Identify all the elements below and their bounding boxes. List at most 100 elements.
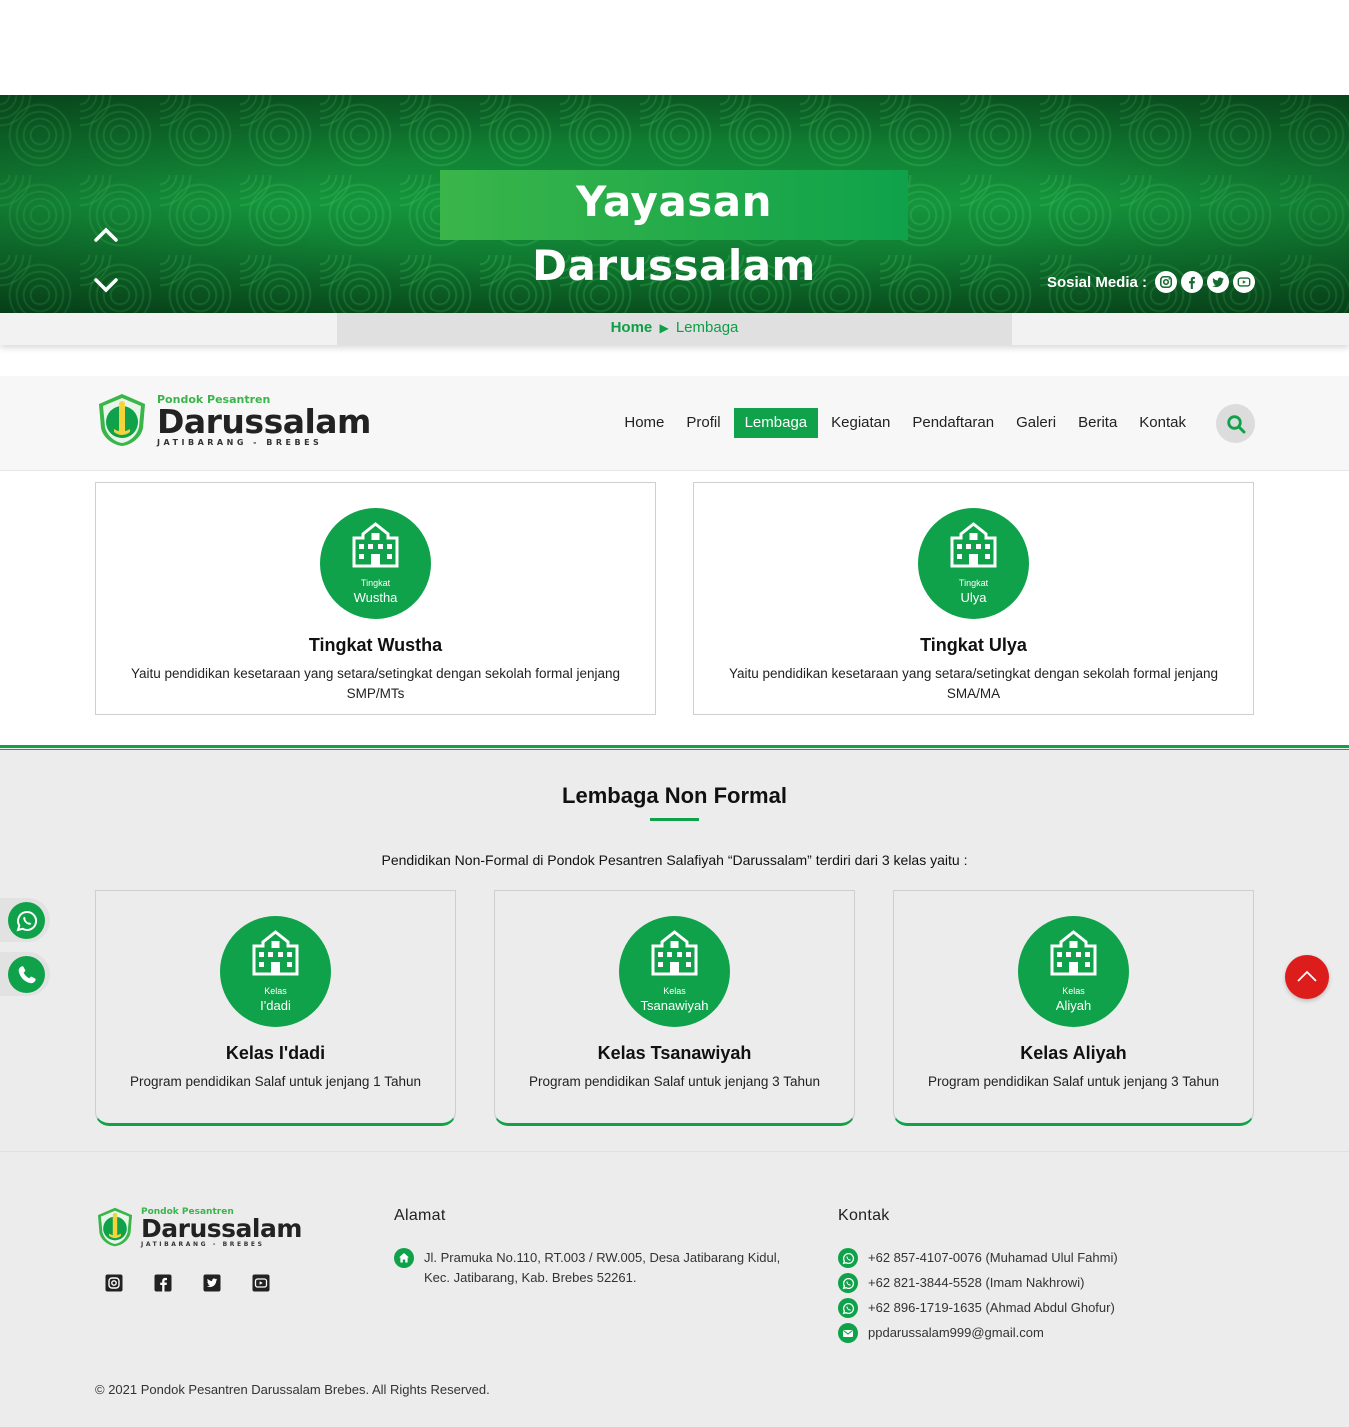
school-building-icon xyxy=(252,930,299,976)
main-menu: Home Profil Lembaga Kegiatan Pendaftaran… xyxy=(613,408,1197,438)
chevron-up-icon[interactable] xyxy=(93,222,119,248)
search-button[interactable] xyxy=(1216,404,1255,443)
badge-bottom-text: I'dadi xyxy=(260,998,291,1013)
badge-bottom-text: Ulya xyxy=(960,590,987,605)
youtube-icon[interactable] xyxy=(1233,271,1255,293)
footer-kontak-heading: Kontak xyxy=(838,1207,890,1224)
card-description: Program pendidikan Salaf untuk jenjang 3… xyxy=(529,1074,820,1089)
footer-alamat-heading: Alamat xyxy=(394,1207,446,1224)
card-title: Kelas Tsanawiyah xyxy=(597,1043,752,1063)
breadcrumb-separator: ▶ xyxy=(659,321,669,335)
card-title: Kelas I'dadi xyxy=(225,1043,326,1063)
footer-address: Jl. Pramuka No.110, RT.003 / RW.005, Des… xyxy=(394,1248,794,1288)
contact-text: +62 857-4107-0076 (Muhamad Ulul Fahmi) xyxy=(868,1250,1118,1265)
facebook-icon[interactable] xyxy=(1181,271,1203,293)
footer-logo[interactable]: Pondok Pesantren Darussalam JATIBARANG -… xyxy=(95,1206,302,1248)
social-media-label: Sosial Media : xyxy=(1046,273,1147,291)
hero-title: Yayasan Darussalam xyxy=(440,170,908,290)
logo-big-text: Darussalam xyxy=(141,1213,302,1243)
whatsapp-icon xyxy=(838,1248,858,1268)
whatsapp-icon xyxy=(838,1298,858,1318)
facebook-icon[interactable] xyxy=(154,1274,172,1292)
school-badge: Kelas I'dadi xyxy=(220,916,331,1027)
nav-item-pendaftaran[interactable]: Pendaftaran xyxy=(901,408,1005,438)
nav-item-lembaga[interactable]: Lembaga xyxy=(733,408,819,438)
formal-card-ulya: Tingkat Ulya Tingkat Ulya Yaitu pendidik… xyxy=(693,482,1254,715)
badge-bottom-text: Aliyah xyxy=(1055,998,1092,1013)
school-badge: Kelas Aliyah xyxy=(1018,916,1129,1027)
badge-top-text: Kelas xyxy=(1062,986,1085,996)
nav-item-galeri[interactable]: Galeri xyxy=(1005,408,1067,438)
nav-item-home[interactable]: Home xyxy=(613,408,675,438)
school-badge: Tingkat Wustha xyxy=(320,508,431,619)
card-description: Program pendidikan Salaf untuk jenjang 3… xyxy=(928,1074,1219,1089)
instagram-icon[interactable] xyxy=(1155,271,1177,293)
school-building-icon xyxy=(950,522,997,568)
email-icon xyxy=(838,1323,858,1343)
nav-item-kegiatan[interactable]: Kegiatan xyxy=(820,408,901,438)
contact-row[interactable]: +62 821-3844-5528 (Imam Nakhrowi) xyxy=(838,1273,1084,1293)
nav-item-profil[interactable]: Profil xyxy=(675,408,731,438)
logo-text: Pondok Pesantren Darussalam JATIBARANG -… xyxy=(141,1207,302,1248)
badge-top-text: Tingkat xyxy=(958,578,989,588)
youtube-icon[interactable] xyxy=(252,1274,270,1292)
school-badge: Tingkat Ulya xyxy=(918,508,1029,619)
site-logo[interactable]: Pondok Pesantren Darussalam JATIBARANG -… xyxy=(95,392,371,448)
chevron-up-icon xyxy=(1297,970,1317,982)
card-description: Yaitu pendidikan kesetaraan yang setara/… xyxy=(130,666,621,701)
scroll-to-top-button[interactable] xyxy=(1285,955,1329,999)
phone-float-button[interactable] xyxy=(0,952,50,996)
hero-social-media: Sosial Media : xyxy=(1047,271,1255,293)
search-icon xyxy=(1226,414,1245,433)
instagram-icon[interactable] xyxy=(105,1274,123,1292)
badge-top-text: Kelas xyxy=(264,986,287,996)
badge-bottom-text: Tsanawiyah xyxy=(640,998,709,1013)
hero-banner: Yayasan Darussalam Sosial Media : xyxy=(0,95,1349,313)
main-navbar: Pondok Pesantren Darussalam JATIBARANG -… xyxy=(0,376,1349,471)
school-badge: Kelas Tsanawiyah xyxy=(619,916,730,1027)
card-description: Yaitu pendidikan kesetaraan yang setara/… xyxy=(728,666,1219,701)
contact-text: +62 821-3844-5528 (Imam Nakhrowi) xyxy=(868,1275,1085,1290)
school-building-icon xyxy=(651,930,698,976)
contact-row[interactable]: +62 857-4107-0076 (Muhamad Ulul Fahmi) xyxy=(838,1248,1118,1268)
school-building-icon xyxy=(352,522,399,568)
twitter-icon[interactable] xyxy=(203,1274,221,1292)
contact-text: +62 896-1719-1635 (Ahmad Abdul Ghofur) xyxy=(868,1300,1115,1315)
card-description: Program pendidikan Salaf untuk jenjang 1… xyxy=(130,1074,421,1089)
breadcrumb-bar: Home ▶ Lembaga xyxy=(0,313,1349,345)
whatsapp-icon xyxy=(8,902,45,939)
formal-card-wustha: Tingkat Wustha Tingkat Wustha Yaitu pend… xyxy=(95,482,656,715)
breadcrumb: Home ▶ Lembaga xyxy=(337,313,1012,345)
nonformal-card-aliyah: Kelas Aliyah Kelas Aliyah Program pendid… xyxy=(893,890,1254,1126)
logo-emblem-icon xyxy=(99,394,145,446)
badge-bottom-text: Wustha xyxy=(353,590,398,605)
chevron-down-icon[interactable] xyxy=(93,272,119,298)
nonformal-card-tsanawiyah: Kelas Tsanawiyah Kelas Tsanawiyah Progra… xyxy=(494,890,855,1126)
twitter-icon[interactable] xyxy=(1207,271,1229,293)
non-formal-section: Lembaga Non Formal Pendidikan Non-Formal… xyxy=(0,745,1349,1151)
phone-icon xyxy=(8,956,45,993)
home-icon xyxy=(394,1248,414,1268)
breadcrumb-current: Lembaga xyxy=(675,319,739,336)
site-footer: Pondok Pesantren Darussalam JATIBARANG -… xyxy=(0,1151,1349,1427)
whatsapp-float-button[interactable] xyxy=(0,898,50,942)
breadcrumb-home-link[interactable]: Home xyxy=(611,319,653,336)
contact-row[interactable]: +62 896-1719-1635 (Ahmad Abdul Ghofur) xyxy=(838,1298,1115,1318)
card-title: Tingkat Wustha xyxy=(308,635,443,655)
badge-top-text: Kelas xyxy=(663,986,686,996)
card-title: Kelas Aliyah xyxy=(1020,1043,1127,1063)
section-title: Lembaga Non Formal xyxy=(562,783,787,808)
contact-row[interactable]: ppdarussalam999@gmail.com xyxy=(838,1323,1044,1343)
copyright: © 2021 Pondok Pesantren Darussalam Brebe… xyxy=(95,1382,490,1397)
contact-text: ppdarussalam999@gmail.com xyxy=(868,1325,1044,1340)
nav-item-kontak[interactable]: Kontak xyxy=(1128,408,1197,438)
footer-social-links xyxy=(105,1274,270,1292)
logo-text: Pondok Pesantren Darussalam JATIBARANG -… xyxy=(157,393,371,447)
address-text: Jl. Pramuka No.110, RT.003 / RW.005, Des… xyxy=(424,1250,781,1285)
whatsapp-icon xyxy=(838,1273,858,1293)
card-title: Tingkat Ulya xyxy=(920,635,1027,655)
nav-item-berita[interactable]: Berita xyxy=(1067,408,1128,438)
logo-big-text: Darussalam xyxy=(157,401,371,441)
nonformal-card-idadi: Kelas I'dadi Kelas I'dadi Program pendid… xyxy=(95,890,456,1126)
school-building-icon xyxy=(1050,930,1097,976)
